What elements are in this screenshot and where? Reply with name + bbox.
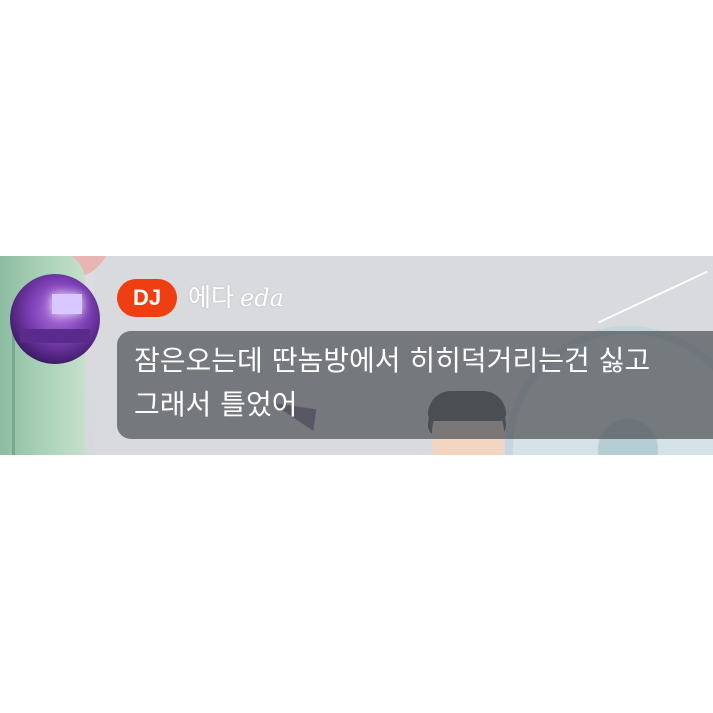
chat-message-row: DJ 에다 eda 잠은오는데 딴놈방에서 히히덕거리는건 싫고 그래서 틀었어	[0, 256, 713, 455]
username-text: 에다	[188, 283, 235, 312]
username-script: eda	[240, 284, 284, 312]
message-line-1: 잠은오는데 딴놈방에서 히히덕거리는건 싫고	[134, 344, 651, 377]
avatar[interactable]	[10, 274, 100, 364]
username[interactable]: 에다 eda	[188, 282, 284, 314]
dj-badge: DJ	[117, 279, 177, 317]
message-bubble[interactable]: 잠은오는데 딴놈방에서 히히덕거리는건 싫고 그래서 틀었어	[117, 331, 713, 439]
avatar-desk	[20, 329, 90, 343]
message-line-2: 그래서 틀었어	[134, 388, 298, 421]
avatar-screen	[52, 294, 82, 314]
